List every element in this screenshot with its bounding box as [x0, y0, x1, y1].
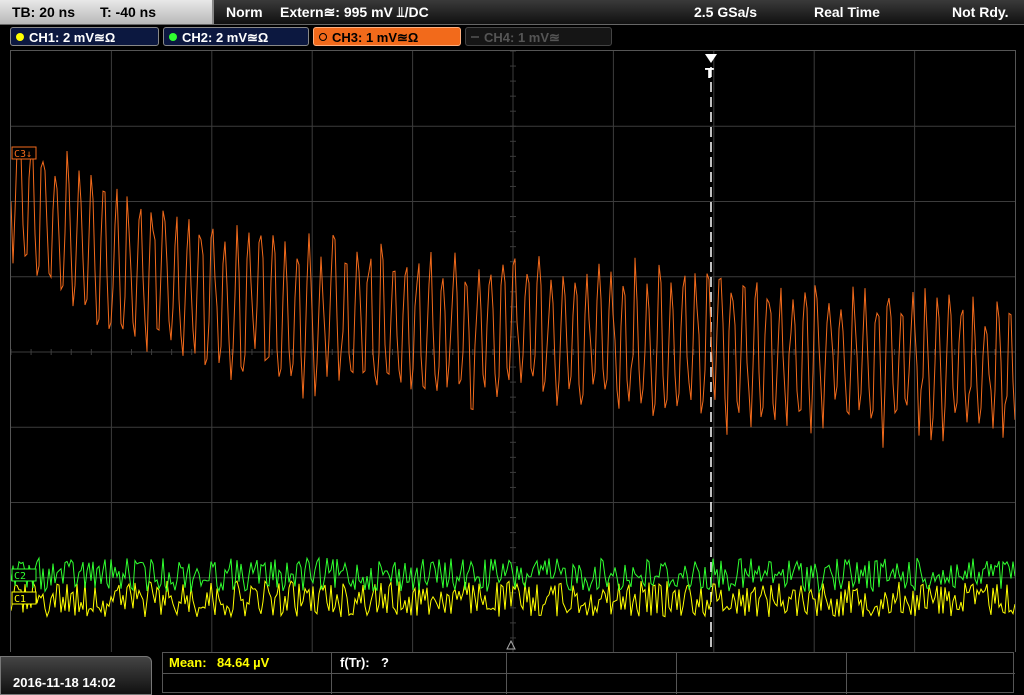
measurement-table[interactable]: Mean: 84.64 µV f(Tr): ? [162, 652, 1015, 694]
graticule [11, 51, 1015, 653]
ch3-marker-label: C3↓ [14, 149, 32, 160]
trigger-marker-label: T [705, 67, 714, 82]
channel-tab-ch2[interactable]: CH2: 2 mV≊Ω [163, 27, 309, 46]
meas-divider [846, 653, 847, 694]
channel-label: CH1: 2 mV≊Ω [29, 30, 116, 45]
meas-divider [676, 653, 677, 694]
ch3-color-dot-icon [319, 33, 327, 41]
ch2-color-dot-icon [169, 33, 177, 41]
trigger-mode[interactable]: Norm [226, 0, 263, 24]
channel-tab-ch3[interactable]: CH3: 1 mV≊Ω [313, 27, 461, 46]
ch1-marker-label: C1 [14, 594, 26, 605]
ch2-marker-label: C2 [14, 571, 26, 582]
mean-value: 84.64 µV [217, 655, 270, 670]
trigger-position-arrow-icon[interactable] [705, 54, 717, 63]
mean-label: Mean: [169, 655, 207, 670]
freq-label: f(Tr): [340, 655, 370, 670]
channel-tab-ch4[interactable]: CH4: 1 mV≊ [465, 27, 612, 46]
datetime-panel: 2016-11-18 14:02 [0, 656, 152, 695]
meas-divider [331, 653, 332, 694]
channel-label: CH4: 1 mV≊ [484, 30, 560, 45]
channel-tab-ch1[interactable]: CH1: 2 mV≊Ω [10, 27, 159, 46]
trigger-time-readout: T: -40 ns [100, 4, 157, 20]
ch1-color-dot-icon [16, 33, 24, 41]
channel-label: CH3: 1 mV≊Ω [332, 30, 419, 45]
channel-label: CH2: 2 mV≊Ω [182, 30, 269, 45]
trigger-source[interactable]: Extern≊: 995 mV ⫫/DC [280, 0, 429, 24]
datetime-readout: 2016-11-18 14:02 [13, 675, 116, 690]
ch4-off-icon [471, 36, 479, 38]
bottom-bar: 2016-11-18 14:02 Mean: 84.64 µV f(Tr): ? [0, 652, 1024, 695]
horizontal-position-icon [506, 639, 516, 650]
timebase-panel[interactable]: TB: 20 ns T: -40 ns [0, 0, 214, 24]
waveform-canvas: T C3↓ C2 C1 [11, 51, 1015, 653]
meas-divider [506, 653, 507, 694]
sample-rate: 2.5 GSa/s [694, 4, 758, 20]
status-bar: TB: 20 ns T: -40 ns Norm Extern≊: 995 mV… [0, 0, 1024, 25]
meas-divider [163, 673, 1015, 674]
waveform-display[interactable]: T C3↓ C2 C1 [10, 50, 1016, 654]
freq-value: ? [381, 655, 389, 670]
acquisition-mode[interactable]: Real Time [814, 0, 880, 24]
acquisition-status: Not Rdy. [952, 4, 1009, 20]
timebase-readout: TB: 20 ns [12, 4, 76, 20]
